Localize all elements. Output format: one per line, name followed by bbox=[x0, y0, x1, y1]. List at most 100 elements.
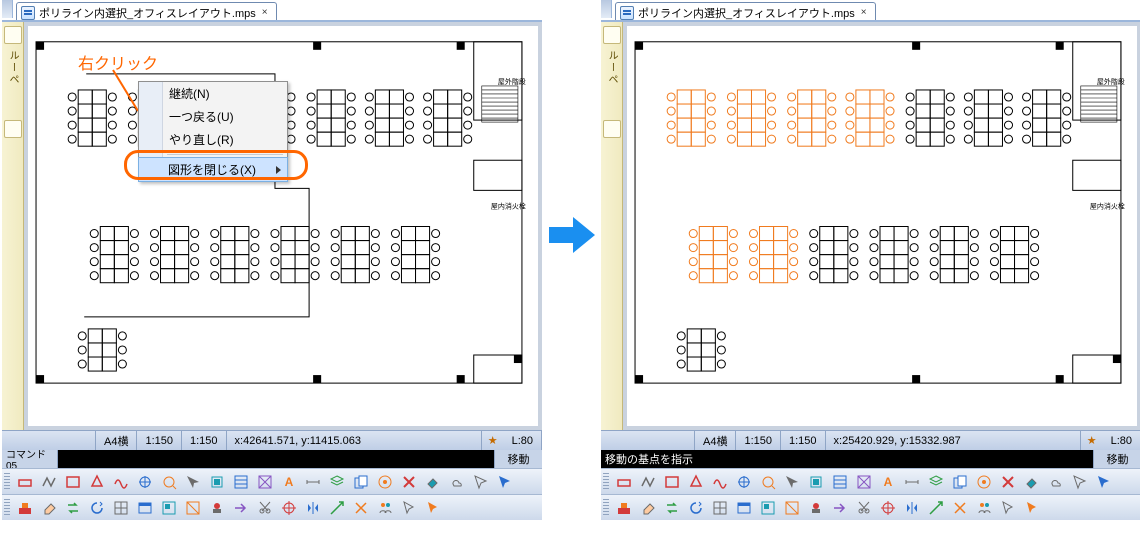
tool-cursor[interactable] bbox=[470, 471, 492, 493]
toolbar-grip[interactable] bbox=[603, 499, 609, 517]
tool-cloud[interactable] bbox=[446, 471, 468, 493]
tool-paint[interactable] bbox=[1021, 471, 1043, 493]
tool-dim[interactable] bbox=[901, 471, 923, 493]
tool-del[interactable] bbox=[997, 471, 1019, 493]
tool-poly[interactable] bbox=[86, 471, 108, 493]
tool-cursor2[interactable] bbox=[1093, 471, 1115, 493]
tool-rot[interactable] bbox=[86, 497, 108, 519]
tool-cursor[interactable] bbox=[1069, 471, 1091, 493]
tool-scale[interactable] bbox=[326, 497, 348, 519]
star-icon[interactable]: ★ bbox=[482, 434, 504, 447]
tool-rect[interactable] bbox=[62, 471, 84, 493]
close-icon[interactable]: × bbox=[859, 7, 869, 18]
tool-swap[interactable] bbox=[661, 497, 683, 519]
toolbar-grip[interactable] bbox=[4, 499, 10, 517]
tool-rect[interactable] bbox=[661, 471, 683, 493]
loupe-button[interactable] bbox=[4, 26, 22, 44]
tool-explode[interactable] bbox=[949, 497, 971, 519]
tool-mirror[interactable] bbox=[901, 497, 923, 519]
scale-2[interactable]: 1:150 bbox=[781, 431, 826, 450]
ctx-redo[interactable]: やり直し(R) bbox=[139, 128, 287, 151]
tool-rot[interactable] bbox=[685, 497, 707, 519]
tool-plan[interactable] bbox=[757, 497, 779, 519]
tool-arrow[interactable] bbox=[781, 471, 803, 493]
tool-grid[interactable] bbox=[110, 497, 132, 519]
tool-pick2[interactable] bbox=[757, 471, 779, 493]
tool-layer[interactable] bbox=[925, 471, 947, 493]
tool-pick[interactable] bbox=[134, 471, 156, 493]
tool-hatch2[interactable] bbox=[254, 471, 276, 493]
tool-mirror[interactable] bbox=[302, 497, 324, 519]
tool-cursor2[interactable] bbox=[494, 471, 516, 493]
tool-pointer2[interactable] bbox=[422, 497, 444, 519]
tool-pointer2[interactable] bbox=[1021, 497, 1043, 519]
tool-entity[interactable] bbox=[805, 471, 827, 493]
tool-copy[interactable] bbox=[949, 471, 971, 493]
tool-pointer[interactable] bbox=[997, 497, 1019, 519]
tool-prop[interactable] bbox=[973, 471, 995, 493]
close-icon[interactable]: × bbox=[260, 7, 270, 18]
tool-win[interactable] bbox=[134, 497, 156, 519]
tool-text[interactable]: A bbox=[278, 471, 300, 493]
tool-build[interactable] bbox=[613, 497, 635, 519]
tool-arrow2[interactable] bbox=[230, 497, 252, 519]
tool-scale[interactable] bbox=[925, 497, 947, 519]
tool-plan[interactable] bbox=[158, 497, 180, 519]
drawing-canvas[interactable]: 屋外階段 屋内消火栓 bbox=[623, 22, 1140, 430]
tool-stamp[interactable] bbox=[206, 497, 228, 519]
star-icon[interactable]: ★ bbox=[1081, 434, 1103, 447]
scale-2[interactable]: 1:150 bbox=[182, 431, 227, 450]
toolbar-grip[interactable] bbox=[603, 473, 609, 491]
ctx-close-shape[interactable]: 図形を閉じる(X) bbox=[138, 157, 288, 182]
toolbar-grip[interactable] bbox=[4, 473, 10, 491]
tool-copy[interactable] bbox=[350, 471, 372, 493]
tool-cut[interactable] bbox=[853, 497, 875, 519]
tool-1[interactable] bbox=[14, 471, 36, 493]
layer-button[interactable] bbox=[603, 120, 621, 138]
tool-arrow2[interactable] bbox=[829, 497, 851, 519]
tool-cut[interactable] bbox=[254, 497, 276, 519]
tool-stamp[interactable] bbox=[805, 497, 827, 519]
tool-arrow[interactable] bbox=[182, 471, 204, 493]
scale-1[interactable]: 1:150 bbox=[736, 431, 781, 450]
tool-1[interactable] bbox=[613, 471, 635, 493]
tool-wave[interactable] bbox=[709, 471, 731, 493]
tool-hatch[interactable] bbox=[829, 471, 851, 493]
paper-size[interactable]: A4横 bbox=[96, 431, 137, 450]
tool-erase[interactable] bbox=[38, 497, 60, 519]
tool-explode[interactable] bbox=[350, 497, 372, 519]
command-input[interactable] bbox=[58, 450, 494, 468]
tool-pick[interactable] bbox=[733, 471, 755, 493]
tool-section[interactable] bbox=[182, 497, 204, 519]
tool-paint[interactable] bbox=[422, 471, 444, 493]
active-layer[interactable]: L:80 bbox=[504, 431, 542, 450]
tool-erase[interactable] bbox=[637, 497, 659, 519]
scale-1[interactable]: 1:150 bbox=[137, 431, 182, 450]
ctx-continue[interactable]: 継続(N) bbox=[139, 82, 287, 105]
tool-2[interactable] bbox=[38, 471, 60, 493]
tool-layer[interactable] bbox=[326, 471, 348, 493]
tool-poly[interactable] bbox=[685, 471, 707, 493]
tool-hatch2[interactable] bbox=[853, 471, 875, 493]
loupe-button[interactable] bbox=[603, 26, 621, 44]
layer-button[interactable] bbox=[4, 120, 22, 138]
paper-size[interactable]: A4横 bbox=[695, 431, 736, 450]
tool-cloud[interactable] bbox=[1045, 471, 1067, 493]
tool-text[interactable]: A bbox=[877, 471, 899, 493]
tool-people[interactable] bbox=[374, 497, 396, 519]
tool-target[interactable] bbox=[278, 497, 300, 519]
tool-grid[interactable] bbox=[709, 497, 731, 519]
tool-section[interactable] bbox=[781, 497, 803, 519]
tool-prop[interactable] bbox=[374, 471, 396, 493]
tool-target[interactable] bbox=[877, 497, 899, 519]
tool-2[interactable] bbox=[637, 471, 659, 493]
document-tab[interactable]: ポリライン内選択_オフィスレイアウト.mps × bbox=[16, 2, 277, 20]
ctx-undo-one[interactable]: 一つ戻る(U) bbox=[139, 105, 287, 128]
tool-entity[interactable] bbox=[206, 471, 228, 493]
drawing-canvas[interactable]: 屋外階段 屋内消火栓 右クリック 継続(N) bbox=[24, 22, 542, 430]
document-tab[interactable]: ポリライン内選択_オフィスレイアウト.mps × bbox=[615, 2, 876, 20]
tool-wave[interactable] bbox=[110, 471, 132, 493]
tool-dim[interactable] bbox=[302, 471, 324, 493]
tool-win[interactable] bbox=[733, 497, 755, 519]
tool-people[interactable] bbox=[973, 497, 995, 519]
